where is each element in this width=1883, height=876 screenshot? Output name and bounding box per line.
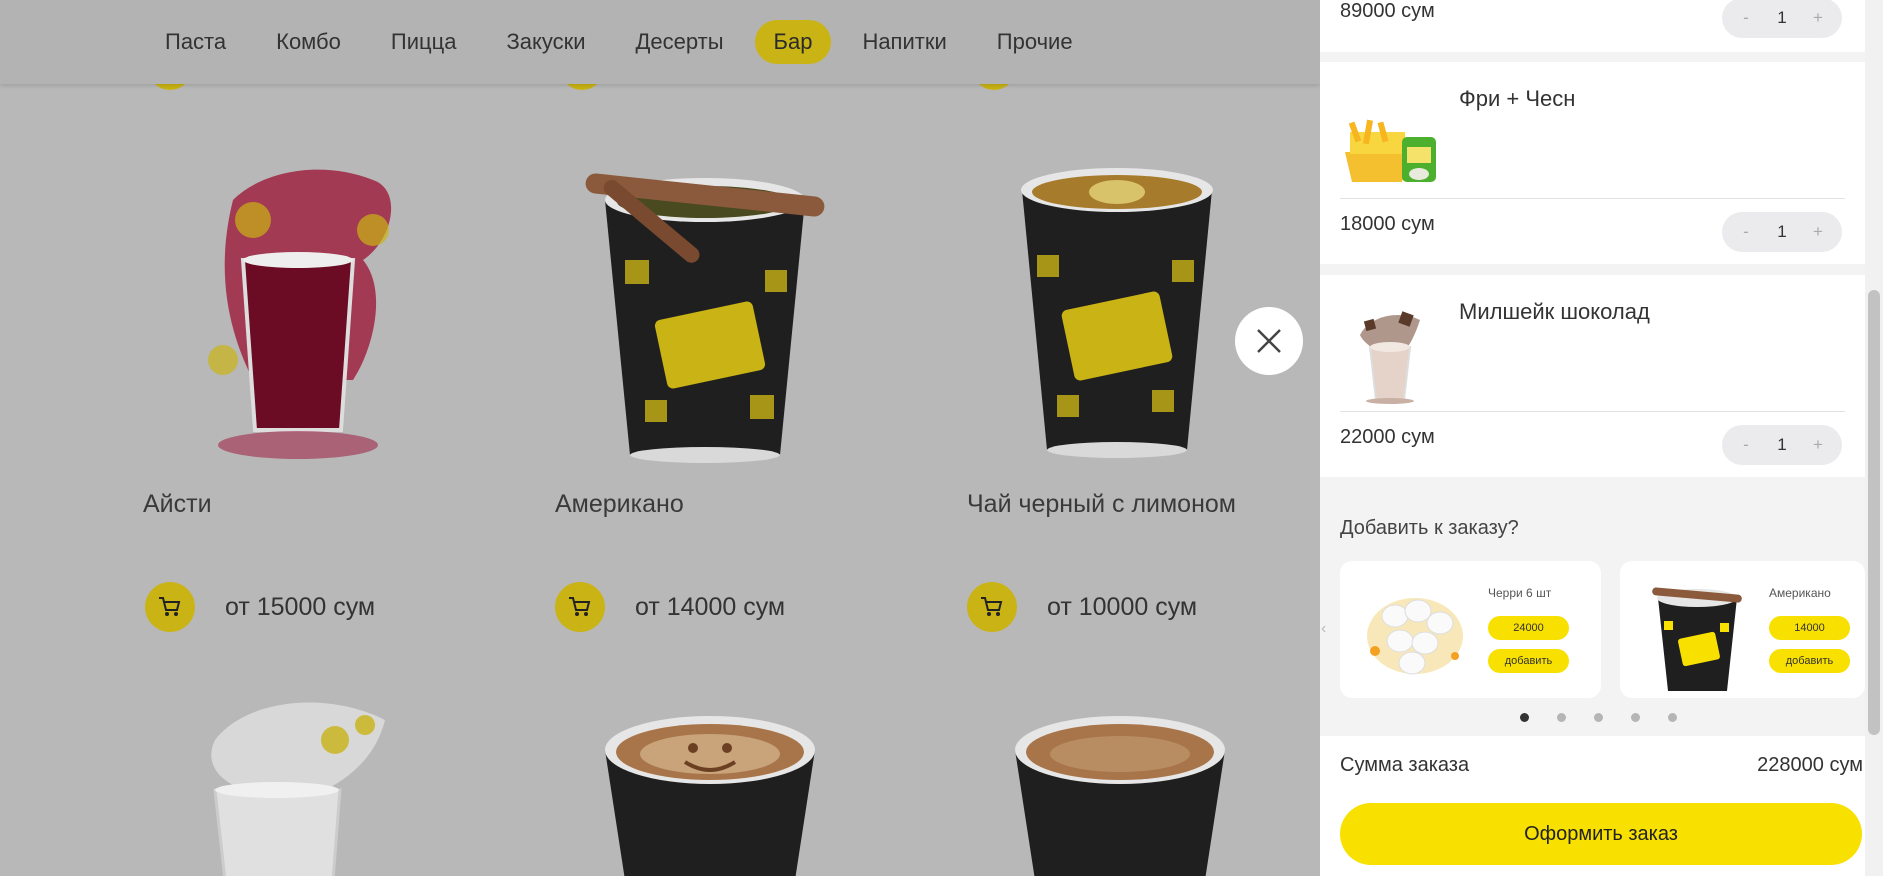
product-price: от 14000 сум — [635, 592, 786, 621]
upsell-card[interactable]: Черри 6 шт 24000 добавить — [1340, 561, 1601, 698]
nav-item-combo[interactable]: Комбо — [257, 20, 360, 64]
decrease-button[interactable]: - — [1736, 8, 1756, 28]
decrease-button[interactable]: - — [1736, 222, 1756, 242]
cart-item: 89000 сум - 1 + — [1320, 0, 1865, 52]
milkshake-chocolate-image — [1360, 311, 1420, 404]
upsell-name: Черри 6 шт — [1488, 586, 1552, 600]
quantity-stepper: - 1 + — [1722, 212, 1842, 252]
scrollbar-thumb[interactable] — [1868, 290, 1880, 735]
divider — [1340, 198, 1845, 199]
upsell-price: 24000 — [1488, 616, 1569, 640]
carousel-dot[interactable] — [1557, 713, 1566, 722]
add-to-cart-button[interactable] — [555, 582, 605, 632]
cart-icon — [981, 597, 1003, 616]
black-tea-lemon-cup-image — [1021, 168, 1213, 458]
quantity-value: 1 — [1777, 222, 1787, 241]
cart-item-name: Фри + Чесн — [1459, 86, 1576, 111]
price-row: от 14000 сум — [555, 582, 785, 632]
order-sum-value: 228000 сум — [1757, 754, 1863, 776]
price-row: от 15000 сум — [145, 582, 375, 632]
carousel-dot[interactable] — [1520, 713, 1529, 722]
cart-item-price: 18000 сум — [1340, 213, 1435, 235]
menu-page: Паста Комбо Пицца Закуски Десерты Бар На… — [0, 0, 1320, 876]
nav-item-bar[interactable]: Бар — [754, 20, 832, 64]
upsell-title: Добавить к заказу? — [1340, 517, 1519, 539]
order-sum-label: Сумма заказа — [1340, 754, 1470, 776]
nav-item-pizza[interactable]: Пицца — [372, 20, 476, 64]
upsell-price: 14000 — [1769, 616, 1850, 640]
add-to-cart-button[interactable] — [967, 582, 1017, 632]
milkshake-banana-image — [211, 702, 385, 876]
upsell-add-button[interactable]: добавить — [1488, 649, 1569, 673]
carousel-dots — [1520, 713, 1677, 722]
americano-cup-image — [585, 173, 825, 463]
price-row: от 10000 сум — [967, 582, 1197, 632]
americano-cup-image — [1652, 587, 1742, 691]
fries-garlic-image — [1345, 119, 1436, 182]
nav-item-other[interactable]: Прочие — [978, 20, 1092, 64]
divider — [1340, 411, 1845, 412]
cart-item-price: 22000 сум — [1340, 426, 1435, 448]
upsell-name: Американо — [1769, 586, 1831, 600]
coffee-cup-image — [1015, 716, 1225, 876]
nav-item-desserts[interactable]: Десерты — [617, 20, 743, 64]
cart-icon — [569, 597, 591, 616]
quantity-stepper: - 1 + — [1722, 425, 1842, 465]
carousel-prev-icon[interactable]: ‹ — [1321, 620, 1333, 640]
increase-button[interactable]: + — [1808, 435, 1828, 455]
close-cart-button[interactable] — [1235, 307, 1303, 375]
product-name: Американо — [555, 490, 684, 518]
product-price: от 15000 сум — [225, 592, 376, 621]
product-name: Чай черный с лимоном — [967, 490, 1236, 518]
product-price: от 10000 сум — [1047, 592, 1198, 621]
close-icon — [1257, 329, 1281, 353]
increase-button[interactable]: + — [1808, 222, 1828, 242]
cart-item-price: 89000 сум — [1340, 0, 1435, 22]
cappuccino-cup-image — [605, 716, 815, 876]
cart-item-name: Милшейк шоколад — [1459, 299, 1650, 324]
category-nav: Паста Комбо Пицца Закуски Десерты Бар На… — [0, 0, 1320, 84]
cart-item: Фри + Чесн 18000 сум - 1 + — [1320, 62, 1865, 264]
quantity-value: 1 — [1777, 8, 1787, 27]
add-to-cart-button[interactable] — [145, 582, 195, 632]
quantity-value: 1 — [1777, 435, 1787, 454]
iced-tea-image — [208, 169, 392, 459]
carousel-dot[interactable] — [1668, 713, 1677, 722]
product-name: Айсти — [143, 490, 212, 518]
upsell-card[interactable]: Американо 14000 добавить — [1620, 561, 1865, 698]
cart-footer: Сумма заказа 228000 сум Оформить заказ — [1320, 736, 1865, 876]
cherry-dessert-image — [1367, 598, 1463, 675]
nav-item-snacks[interactable]: Закуски — [487, 20, 604, 64]
carousel-dot[interactable] — [1631, 713, 1640, 722]
quantity-stepper: - 1 + — [1722, 0, 1842, 38]
checkout-button[interactable]: Оформить заказ — [1340, 803, 1862, 865]
cart-item: Милшейк шоколад 22000 сум - 1 + — [1320, 275, 1865, 477]
upsell-add-button[interactable]: добавить — [1769, 649, 1850, 673]
increase-button[interactable]: + — [1808, 8, 1828, 28]
decrease-button[interactable]: - — [1736, 435, 1756, 455]
cart-icon — [159, 597, 181, 616]
carousel-dot[interactable] — [1594, 713, 1603, 722]
nav-item-pasta[interactable]: Паста — [146, 20, 245, 64]
nav-item-drinks[interactable]: Напитки — [843, 20, 965, 64]
